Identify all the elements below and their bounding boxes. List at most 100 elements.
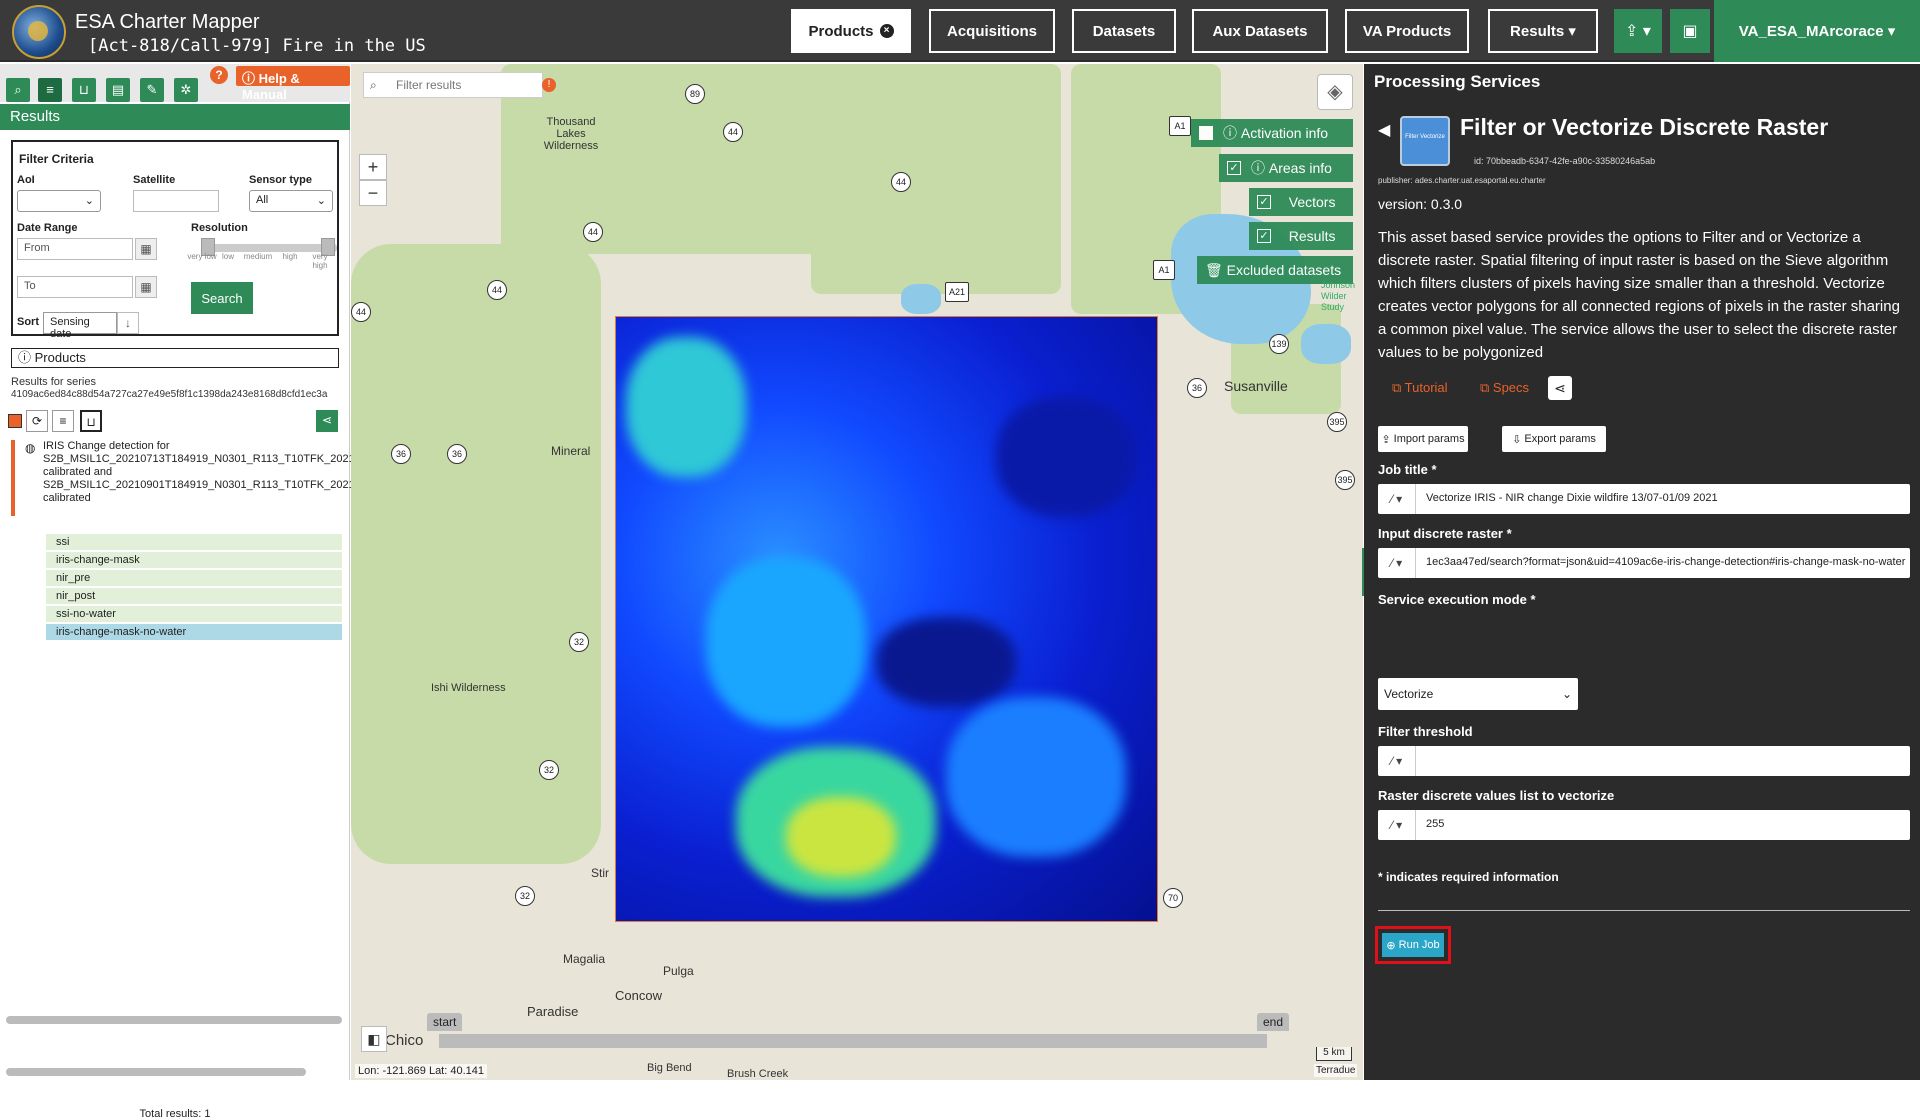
road-shield: A1	[1153, 260, 1175, 280]
road-shield: 70	[1163, 888, 1183, 908]
export-params-button[interactable]: ⇩ Export params	[1502, 426, 1606, 452]
execution-mode-select[interactable]: Vectorize ⌄	[1378, 678, 1578, 710]
search-button[interactable]: Search	[191, 282, 253, 314]
checkbox-checked[interactable]: ✓	[1227, 161, 1241, 175]
aoi-select[interactable]: ⌄	[17, 190, 101, 212]
help-manual-button[interactable]: ⓘ Help & Manual	[236, 66, 350, 102]
run-job-highlight: ⊕ Run Job	[1375, 926, 1451, 964]
results-for-label: Results for series	[11, 376, 96, 388]
back-arrow-icon[interactable]: ◀	[1378, 120, 1390, 140]
magic-wand-icon[interactable]: ⁄ ▾	[1378, 484, 1416, 514]
checkbox-checked[interactable]: ✓	[1257, 195, 1271, 209]
place-label: Chico	[385, 1032, 424, 1049]
horizontal-scrollbar[interactable]	[6, 1016, 342, 1024]
upload-icon[interactable]: ⇪ ▾	[1614, 9, 1662, 53]
share-icon[interactable]: ⋖	[1548, 376, 1572, 400]
timeline-end[interactable]: end	[1257, 1013, 1290, 1031]
vectors-button[interactable]: ✓ Vectors	[1249, 188, 1353, 216]
satellite-label: Satellite	[133, 174, 176, 186]
basket-icon[interactable]: ⊔	[72, 78, 96, 102]
calendar-icon[interactable]: ▦	[135, 276, 157, 298]
nav-datasets[interactable]: Datasets	[1072, 9, 1176, 53]
gear-icon[interactable]: ✲	[174, 78, 198, 102]
layers-icon[interactable]: ◈	[1317, 74, 1353, 110]
checkbox-checked[interactable]: ✓	[1257, 229, 1271, 243]
search-icon[interactable]: ⌕	[6, 78, 30, 102]
nav-va-products[interactable]: VA Products	[1345, 9, 1469, 53]
archive-icon[interactable]: ▤	[106, 78, 130, 102]
nav-acquisitions[interactable]: Acquisitions	[929, 9, 1055, 53]
place-label: Ishi Wilderness	[431, 682, 506, 694]
magic-wand-icon[interactable]: ⁄ ▾	[1378, 746, 1416, 776]
raster-blob	[706, 557, 866, 727]
user-menu[interactable]: VA_ESA_MArcorace ▾	[1714, 0, 1920, 62]
filter-title: Filter Criteria	[19, 152, 94, 166]
layer-item[interactable]: ssi-no-water	[46, 606, 342, 623]
layer-item[interactable]: nir_pre	[46, 570, 342, 587]
sort-select[interactable]: Sensing date	[43, 312, 117, 340]
timeline-start[interactable]: start	[427, 1013, 463, 1031]
select-all-checkbox[interactable]	[8, 414, 22, 428]
run-job-button[interactable]: ⊕ Run Job	[1382, 933, 1444, 957]
road-shield: 32	[569, 632, 589, 652]
horizontal-scrollbar[interactable]	[6, 1068, 306, 1076]
service-icon: Filter Vectorize	[1400, 116, 1450, 166]
areas-info-button[interactable]: ✓ ⓘ Areas info	[1219, 154, 1353, 182]
specs-link[interactable]: ⧉ Specs	[1480, 380, 1529, 396]
pencil-icon[interactable]: ✎	[140, 78, 164, 102]
basket-add-icon[interactable]: ⊔	[80, 410, 102, 432]
zoom-in-button[interactable]: +	[359, 154, 387, 180]
raster-values-field[interactable]: ⁄ ▾ 255	[1378, 810, 1910, 840]
question-icon[interactable]: ?	[210, 66, 228, 84]
job-title-field[interactable]: ⁄ ▾ Vectorize IRIS - NIR change Dixie wi…	[1378, 484, 1910, 514]
filter-threshold-field[interactable]: ⁄ ▾	[1378, 746, 1910, 776]
resolution-slider[interactable]	[201, 238, 337, 256]
sensor-select[interactable]: All ⌄	[249, 190, 333, 212]
raster-blob	[996, 397, 1136, 517]
place-label: Brush Creek	[727, 1068, 789, 1080]
list-view-icon[interactable]: ≡	[52, 410, 74, 432]
forest-area	[811, 64, 1061, 294]
lake	[1301, 324, 1351, 364]
magic-wand-icon[interactable]: ⁄ ▾	[1378, 548, 1416, 578]
map-view[interactable]: ⌕ Filter results ! + − ◈ ⓘ Activation in…	[351, 64, 1363, 1080]
layer-item-selected[interactable]: iris-change-mask-no-water	[46, 624, 342, 641]
checkbox[interactable]	[1199, 126, 1213, 140]
timeline-toggle-icon[interactable]: ◧	[361, 1026, 387, 1052]
mouse-coordinates: Lon: -121.869 Lat: 40.141	[355, 1064, 487, 1078]
sort-direction-icon[interactable]: ↓	[117, 312, 139, 334]
raster-overlay	[615, 316, 1158, 922]
filter-results-input[interactable]: ⌕ Filter results !	[363, 72, 556, 98]
list-icon[interactable]: ≡	[38, 78, 62, 102]
nav-aux-datasets[interactable]: Aux Datasets	[1192, 9, 1328, 53]
zoom-out-button[interactable]: −	[359, 180, 387, 206]
panel-title: Processing Services	[1374, 72, 1541, 91]
input-raster-field[interactable]: ⁄ ▾ 1ec3aa47ed/search?format=json&uid=41…	[1378, 548, 1910, 578]
nav-results[interactable]: Results ▾	[1488, 9, 1598, 53]
timeline-slider[interactable]	[439, 1034, 1267, 1048]
raster-blob	[626, 337, 746, 477]
magic-wand-icon[interactable]: ⁄ ▾	[1378, 810, 1416, 840]
filter-threshold-label: Filter threshold	[1378, 724, 1473, 739]
date-to-input[interactable]: To	[17, 276, 133, 298]
share-icon[interactable]: ⋖	[316, 410, 338, 432]
briefcase-icon[interactable]: ▣	[1670, 9, 1710, 53]
activation-info-button[interactable]: ⓘ Activation info	[1191, 119, 1353, 147]
road-shield: 44	[583, 222, 603, 242]
calendar-icon[interactable]: ▦	[135, 238, 157, 260]
refresh-icon[interactable]: ⟳	[26, 410, 48, 432]
results-layer-button[interactable]: ✓ Results	[1249, 222, 1353, 250]
layer-item[interactable]: nir_post	[46, 588, 342, 605]
satellite-input[interactable]	[133, 190, 219, 212]
tutorial-link[interactable]: ⧉ Tutorial	[1392, 380, 1448, 396]
product-item[interactable]: ◍ IRIS Change detection for S2B_MSIL1C_2…	[11, 440, 426, 516]
layer-item[interactable]: iris-change-mask	[46, 552, 342, 569]
layer-item[interactable]: ssi	[46, 534, 342, 551]
lake	[901, 284, 941, 314]
place-label: Pulga	[663, 964, 694, 978]
date-from-input[interactable]: From	[17, 238, 133, 260]
nav-products[interactable]: Products ×	[791, 9, 911, 53]
close-icon[interactable]: ×	[879, 24, 894, 38]
import-params-button[interactable]: ⇪ Import params	[1378, 426, 1468, 452]
input-raster-label: Input discrete raster *	[1378, 526, 1512, 541]
